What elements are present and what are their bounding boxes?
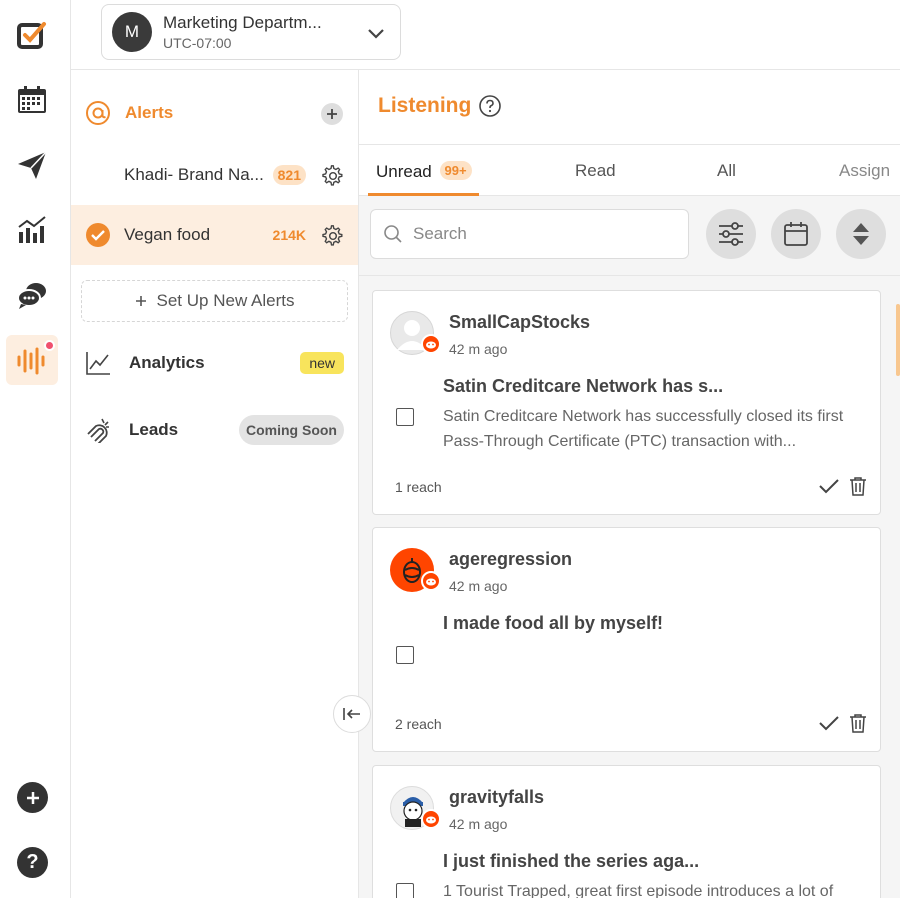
post-card[interactable]: gravityfalls 42 m ago I just finished th… [372, 765, 881, 898]
trash-icon[interactable] [848, 476, 868, 496]
post-author[interactable]: SmallCapStocks [449, 312, 590, 333]
listening-icon[interactable] [6, 335, 58, 385]
alert-count: 214K [272, 227, 306, 243]
tab-unread[interactable]: Unread 99+ [376, 161, 472, 182]
post-time: 42 m ago [449, 578, 508, 594]
listening-main: Listening Unread 99+ Read All Assign Sea… [359, 70, 900, 898]
line-chart-icon [86, 352, 110, 375]
post-checkbox[interactable] [396, 408, 414, 426]
alert-item-khadi[interactable]: Khadi- Brand Na... 821 [71, 145, 358, 205]
analytics-chart-icon[interactable] [6, 205, 58, 255]
coming-soon-badge: Coming Soon [239, 415, 344, 445]
alert-name: Khadi- Brand Na... [124, 165, 264, 184]
alerts-title: Alerts [125, 103, 174, 122]
search-box[interactable] [370, 209, 689, 259]
post-author[interactable]: ageregression [449, 549, 572, 570]
help-circle-icon[interactable] [479, 95, 502, 117]
post-title[interactable]: I made food all by myself! [443, 613, 663, 634]
calendar-icon[interactable] [6, 75, 58, 125]
nav-leads[interactable]: Leads Coming Soon [71, 405, 358, 455]
nav-leads-label: Leads [129, 420, 179, 439]
nav-analytics-label: Analytics [129, 353, 205, 372]
post-reach: 2 reach [395, 716, 442, 732]
gear-icon[interactable] [322, 225, 344, 247]
icon-rail: ? [0, 0, 71, 898]
sort-icon [853, 223, 869, 245]
post-feed: SmallCapStocks 42 m ago Satin Creditcare… [359, 276, 900, 898]
nav-analytics[interactable]: Analytics new [71, 338, 358, 388]
search-icon [384, 225, 402, 243]
add-icon[interactable] [17, 782, 48, 813]
chevron-down-icon [368, 29, 384, 39]
post-actions [818, 476, 868, 496]
top-bar: M Marketing Departm... UTC-07:00 [71, 0, 900, 70]
filter-button[interactable] [706, 209, 756, 259]
chat-icon[interactable] [6, 270, 58, 320]
search-input[interactable] [413, 224, 673, 244]
calendar-icon [784, 222, 808, 246]
check-circle-icon [86, 223, 110, 247]
app-logo-icon[interactable] [6, 10, 58, 60]
scrollbar-thumb[interactable] [896, 304, 900, 376]
setup-new-alerts-label: Set Up New Alerts [156, 291, 295, 310]
add-alert-button[interactable] [321, 103, 343, 125]
tab-read[interactable]: Read [575, 161, 616, 181]
post-reach: 1 reach [395, 479, 442, 495]
reddit-icon [421, 571, 441, 591]
plus-icon [135, 296, 146, 306]
tab-label: Unread [376, 162, 432, 181]
tabs-bar: Unread 99+ Read All Assign [359, 144, 900, 196]
new-badge: new [300, 352, 344, 374]
alert-item-vegan-food[interactable]: Vegan food 214K [71, 205, 358, 265]
gear-icon[interactable] [322, 165, 344, 187]
date-filter-button[interactable] [771, 209, 821, 259]
workspace-name: Marketing Departm... [163, 13, 322, 32]
workspace-avatar: M [112, 12, 152, 52]
tab-all[interactable]: All [717, 161, 736, 181]
alerts-panel: Alerts Khadi- Brand Na... 821 Vegan food… [71, 70, 359, 898]
sliders-icon [719, 222, 743, 246]
listening-header: Listening [378, 94, 502, 118]
filter-toolbar [359, 196, 900, 276]
send-icon[interactable] [6, 140, 58, 190]
magnet-icon [87, 418, 109, 443]
post-time: 42 m ago [449, 341, 508, 357]
workspace-timezone: UTC-07:00 [163, 35, 232, 51]
post-body: Satin Creditcare Network has successfull… [443, 408, 844, 450]
unread-count-badge: 99+ [439, 161, 472, 180]
alert-count: 821 [272, 165, 306, 185]
page-title: Listening [378, 94, 472, 117]
setup-new-alerts-button[interactable]: Set Up New Alerts [81, 280, 348, 322]
post-checkbox[interactable] [396, 646, 414, 664]
check-icon[interactable] [818, 714, 840, 732]
post-actions [818, 713, 868, 733]
post-author[interactable]: gravityfalls [449, 787, 544, 808]
help-icon[interactable]: ? [17, 847, 48, 878]
post-time: 42 m ago [449, 816, 508, 832]
reddit-icon [421, 334, 441, 354]
post-title[interactable]: Satin Creditcare Network has s... [443, 376, 723, 397]
check-icon[interactable] [818, 477, 840, 495]
post-card[interactable]: SmallCapStocks 42 m ago Satin Creditcare… [372, 290, 881, 515]
post-body: 1 Tourist Trapped, great first episode i… [443, 883, 834, 898]
post-card[interactable]: ageregression 42 m ago I made food all b… [372, 527, 881, 752]
notification-dot [44, 340, 55, 351]
post-title[interactable]: I just finished the series aga... [443, 851, 699, 872]
alert-name: Vegan food [124, 225, 211, 244]
at-sign-icon [86, 101, 110, 125]
collapse-left-icon [343, 708, 360, 720]
post-checkbox[interactable] [396, 883, 414, 898]
trash-icon[interactable] [848, 713, 868, 733]
plus-icon [327, 109, 337, 119]
collapse-panel-button[interactable] [333, 695, 371, 733]
alerts-header: Alerts [71, 82, 359, 144]
workspace-selector[interactable]: M Marketing Departm... UTC-07:00 [101, 4, 401, 60]
reddit-icon [421, 809, 441, 829]
tab-assign[interactable]: Assign [839, 161, 890, 181]
sort-button[interactable] [836, 209, 886, 259]
